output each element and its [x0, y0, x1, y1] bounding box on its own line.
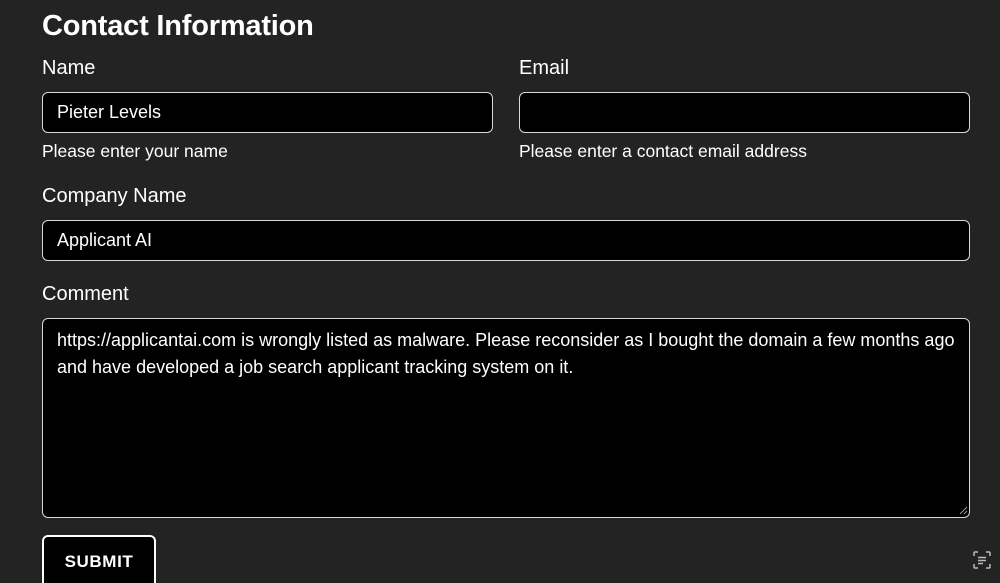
name-label: Name: [42, 57, 96, 79]
comment-textarea[interactable]: https://applicantai.com is wrongly liste…: [42, 318, 970, 518]
name-input[interactable]: [42, 92, 493, 133]
name-help-text: Please enter your name: [42, 141, 228, 161]
scan-text-icon[interactable]: [973, 551, 991, 569]
email-help-text: Please enter a contact email address: [519, 141, 807, 161]
contact-form-page: Contact Information Name Please enter yo…: [0, 0, 1000, 583]
form-title: Contact Information: [42, 10, 314, 42]
resize-grip-icon[interactable]: [959, 506, 968, 515]
company-name-input[interactable]: [42, 220, 970, 261]
comment-label: Comment: [42, 283, 129, 305]
email-input[interactable]: [519, 92, 970, 133]
company-name-label: Company Name: [42, 185, 187, 207]
submit-button[interactable]: SUBMIT: [42, 535, 156, 583]
email-label: Email: [519, 57, 570, 79]
